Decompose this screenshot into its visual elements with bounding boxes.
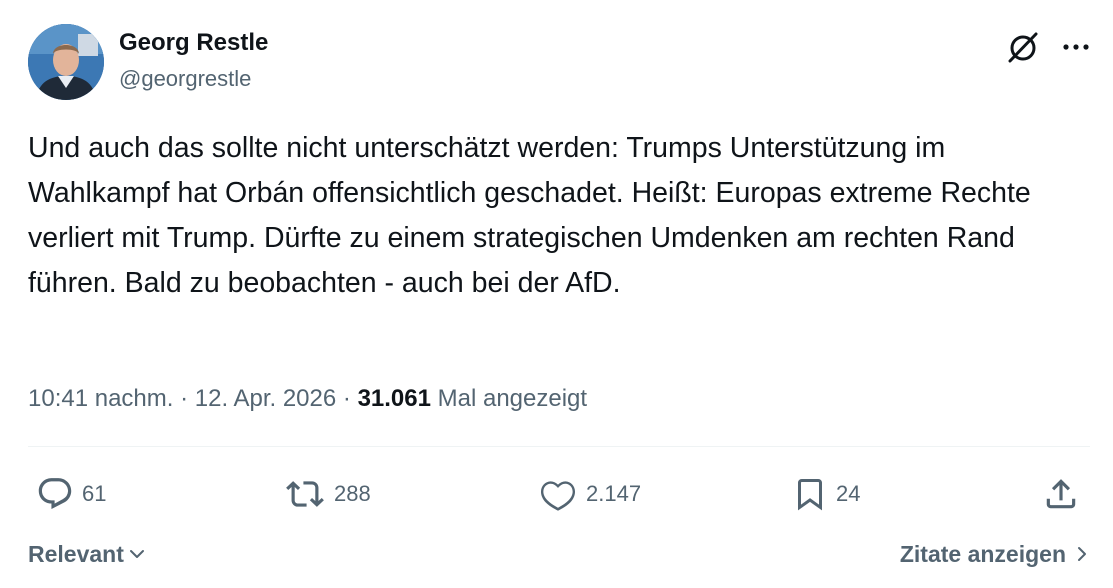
divider	[28, 446, 1090, 447]
sort-label: Relevant	[28, 541, 124, 567]
share-button[interactable]	[1042, 472, 1080, 516]
grok-icon[interactable]	[1006, 30, 1040, 64]
tweet-text: Und auch das sollte nicht unterschätzt w…	[28, 132, 1031, 299]
reply-button[interactable]: 61	[36, 472, 106, 516]
like-button[interactable]: 2.147	[538, 472, 641, 516]
heart-icon	[540, 481, 576, 511]
tweet-time[interactable]: 10:41 nachm.	[28, 385, 173, 412]
sort-dropdown[interactable]: Relevant	[28, 534, 146, 574]
quotes-label: Zitate anzeigen	[899, 541, 1066, 567]
meta-separator: ·	[173, 385, 195, 412]
tweet-date[interactable]: 12. Apr. 2026	[195, 385, 336, 412]
views-label: Mal angezeigt	[437, 385, 588, 412]
author-handle[interactable]: @georgrestle	[119, 64, 268, 94]
like-count: 2.147	[586, 481, 642, 506]
author-names: Georg Restle @georgrestle	[119, 28, 268, 94]
repost-button[interactable]: 288	[284, 472, 371, 516]
author-display-name[interactable]: Georg Restle	[119, 28, 268, 58]
tweet-meta: 10:41 nachm. · 12. Apr. 2026 · 31.061 Ma…	[28, 381, 587, 417]
avatar-image	[28, 24, 104, 100]
tweet-footer: Relevant Zitate anzeigen	[28, 534, 1090, 574]
share-icon	[1046, 479, 1076, 509]
tweet-header: Georg Restle @georgrestle	[28, 24, 1090, 100]
meta-separator: ·	[336, 385, 358, 412]
bookmark-button[interactable]: 24	[792, 472, 860, 516]
action-bar: 61 288 2.147 24	[28, 472, 1090, 516]
header-actions	[1006, 30, 1090, 64]
reply-count: 61	[82, 481, 107, 506]
bookmark-count: 24	[836, 481, 861, 506]
view-quotes-link[interactable]: Zitate anzeigen	[900, 534, 1090, 574]
repost-icon	[286, 481, 324, 507]
more-icon[interactable]	[1062, 42, 1090, 52]
avatar[interactable]	[28, 24, 104, 100]
bookmark-icon	[798, 479, 822, 511]
repost-count: 288	[334, 481, 371, 506]
views-count: 31.061	[357, 385, 431, 412]
chevron-right-icon	[1078, 547, 1086, 561]
reply-icon	[38, 478, 72, 510]
chevron-down-icon	[129, 550, 144, 558]
